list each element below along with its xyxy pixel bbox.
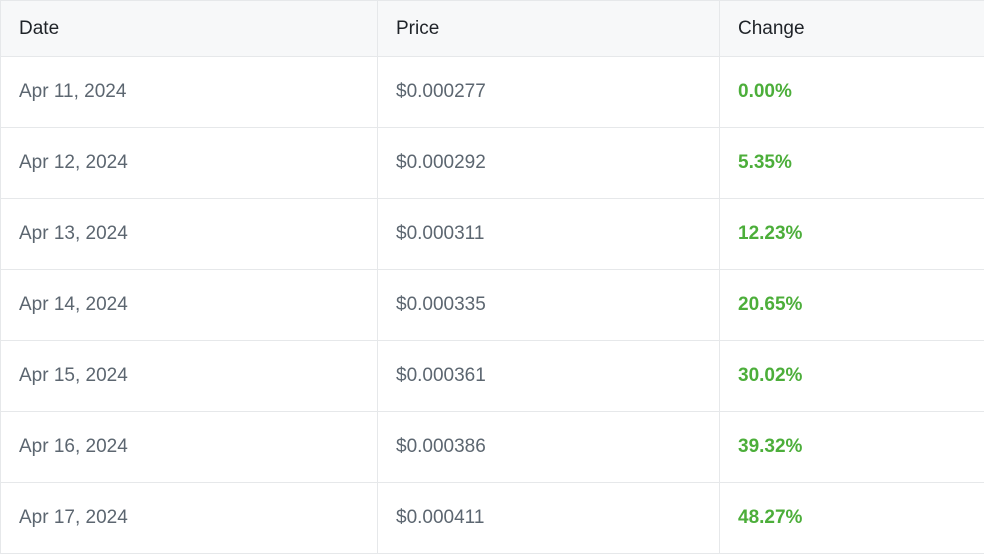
price-history-table: Date Price Change Apr 11, 2024 $0.000277…: [0, 0, 984, 554]
price-cell: $0.000311: [378, 199, 720, 269]
table-row: Apr 16, 2024 $0.000386 39.32%: [1, 412, 984, 483]
date-cell: Apr 13, 2024: [1, 199, 378, 269]
date-cell: Apr 16, 2024: [1, 412, 378, 482]
price-cell: $0.000277: [378, 57, 720, 127]
table-row: Apr 12, 2024 $0.000292 5.35%: [1, 128, 984, 199]
column-header-price[interactable]: Price: [378, 1, 720, 56]
date-cell: Apr 17, 2024: [1, 483, 378, 553]
price-cell: $0.000411: [378, 483, 720, 553]
table-row: Apr 17, 2024 $0.000411 48.27%: [1, 483, 984, 554]
change-cell: 39.32%: [738, 436, 803, 457]
table-row: Apr 14, 2024 $0.000335 20.65%: [1, 270, 984, 341]
change-cell: 5.35%: [738, 152, 792, 173]
date-cell: Apr 11, 2024: [1, 57, 378, 127]
change-cell: 20.65%: [738, 294, 803, 315]
change-cell: 48.27%: [738, 507, 803, 528]
change-cell: 12.23%: [738, 223, 803, 244]
date-cell: Apr 14, 2024: [1, 270, 378, 340]
price-cell: $0.000386: [378, 412, 720, 482]
table-row: Apr 15, 2024 $0.000361 30.02%: [1, 341, 984, 412]
date-cell: Apr 15, 2024: [1, 341, 378, 411]
table-header-row: Date Price Change: [1, 0, 984, 57]
change-cell: 30.02%: [738, 365, 803, 386]
table-row: Apr 11, 2024 $0.000277 0.00%: [1, 57, 984, 128]
price-cell: $0.000361: [378, 341, 720, 411]
price-cell: $0.000335: [378, 270, 720, 340]
price-cell: $0.000292: [378, 128, 720, 198]
column-header-date[interactable]: Date: [1, 1, 378, 56]
date-cell: Apr 12, 2024: [1, 128, 378, 198]
table-row: Apr 13, 2024 $0.000311 12.23%: [1, 199, 984, 270]
change-cell: 0.00%: [738, 81, 792, 102]
column-header-change[interactable]: Change: [720, 1, 984, 56]
